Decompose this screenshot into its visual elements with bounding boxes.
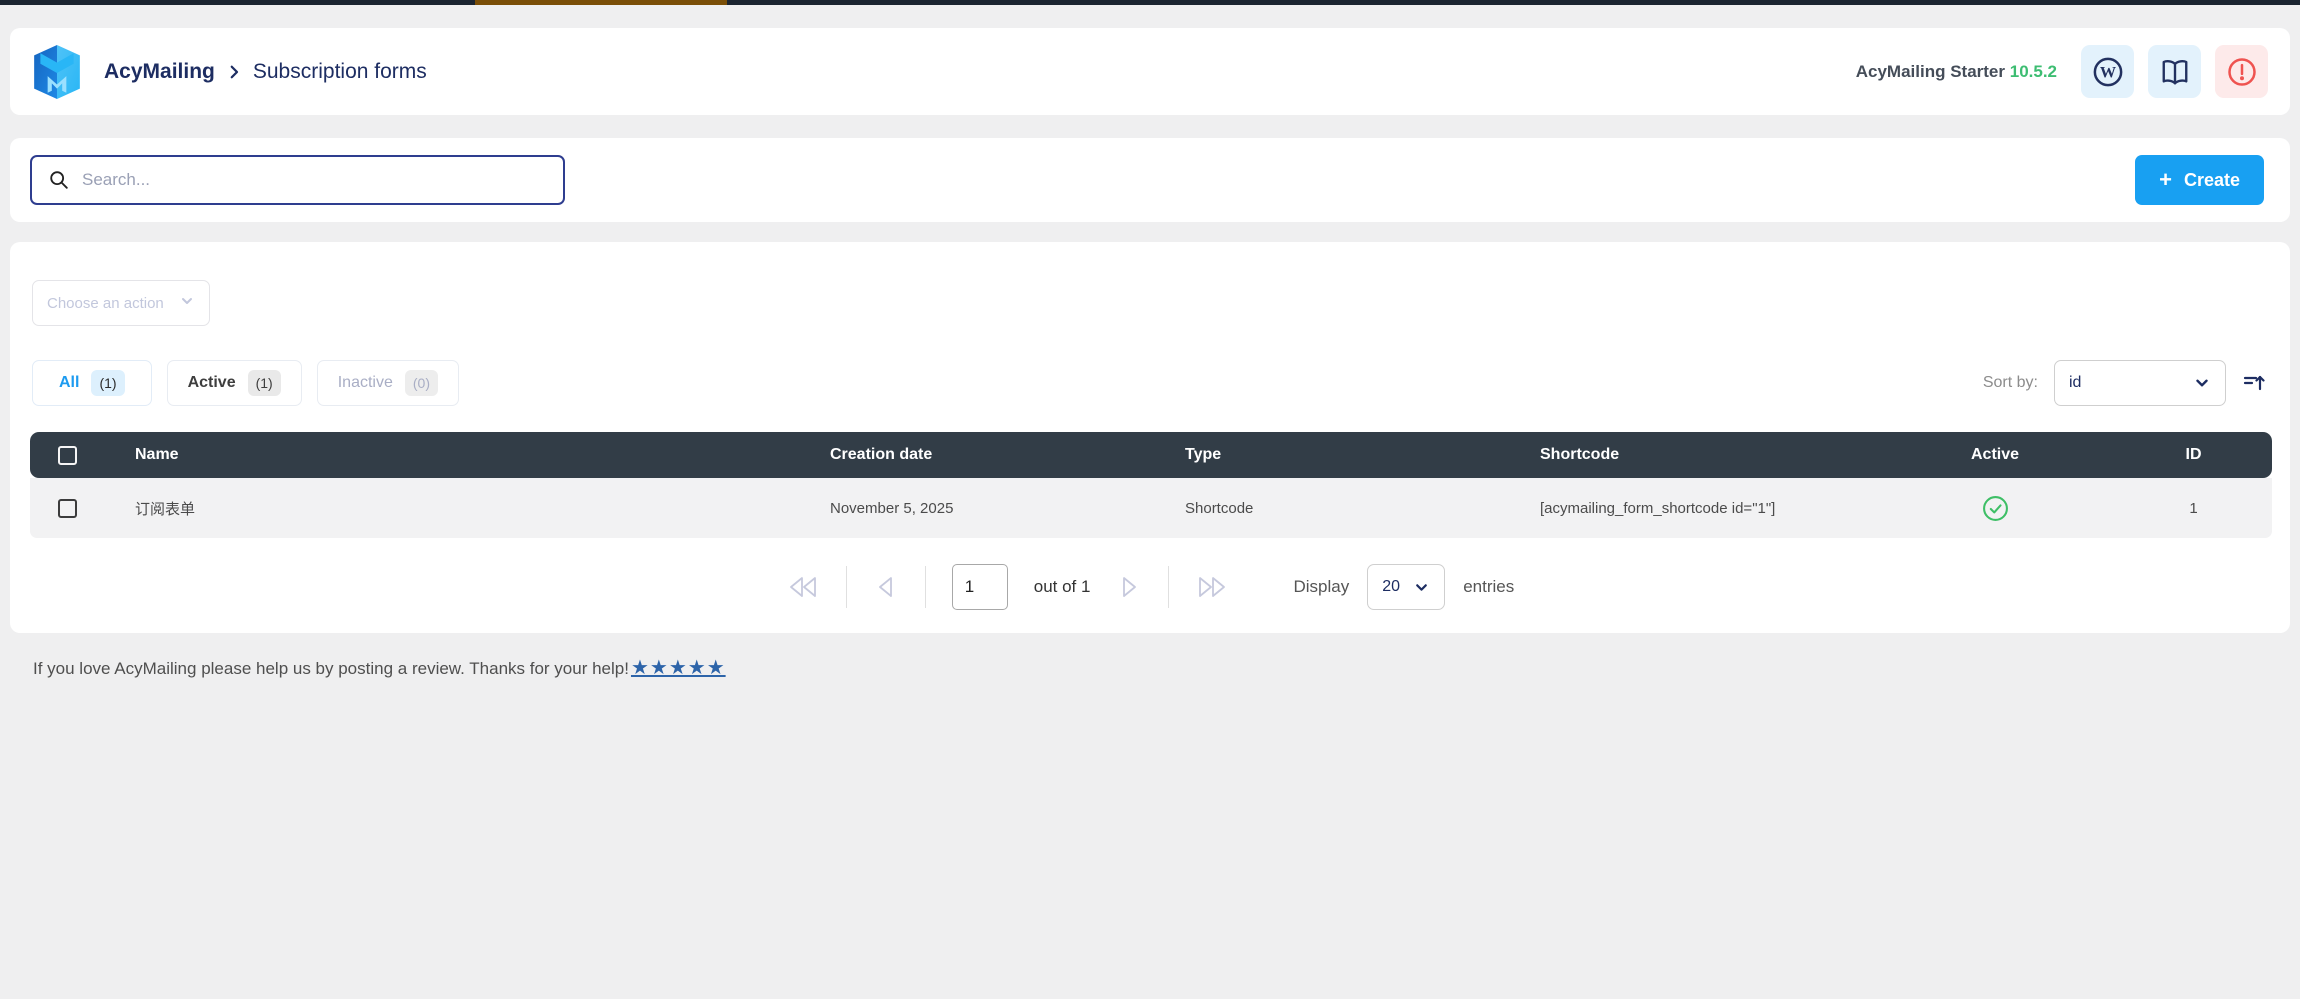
table-header-row: Name Creation date Type Shortcode Active… [30, 432, 2272, 478]
row-type: Shortcode [1185, 499, 1254, 517]
status-filter-tabs: All (1) Active (1) Inactive (0) [32, 360, 459, 406]
table-row[interactable]: 订阅表单 November 5, 2025 Shortcode [acymail… [30, 478, 2272, 538]
bulk-action-select[interactable]: Choose an action [32, 280, 210, 326]
per-page-group: Display 20 entries [1293, 564, 1514, 610]
previous-page-button[interactable] [873, 574, 899, 600]
row-id: 1 [2189, 499, 2198, 517]
create-button-label: Create [2183, 169, 2240, 190]
display-label: Display [1293, 577, 1350, 596]
create-button[interactable]: + Create [2135, 155, 2264, 205]
active-check-icon[interactable] [1982, 495, 2009, 522]
row-checkbox[interactable] [58, 498, 77, 518]
first-page-button[interactable] [786, 574, 820, 600]
tab-active[interactable]: Active (1) [166, 360, 302, 406]
tab-all[interactable]: All (1) [32, 360, 152, 406]
pagination-bar: out of 1 Display 20 e [10, 564, 2290, 610]
sort-direction-button[interactable] [2242, 371, 2266, 395]
tab-active-label: Active [187, 374, 236, 391]
page-number-input[interactable] [951, 564, 1008, 610]
per-page-select[interactable]: 20 [1367, 564, 1446, 610]
tab-inactive-count-badge: (0) [404, 370, 438, 396]
tab-inactive-label: Inactive [337, 374, 393, 391]
sort-field-select[interactable]: id [2054, 360, 2226, 406]
search-toolbar: + Create [10, 138, 2290, 222]
search-icon [50, 171, 68, 189]
plus-icon: + [2159, 167, 2172, 192]
page-header: AcyMailing Subscription forms AcyMailing… [10, 28, 2290, 115]
row-name[interactable]: 订阅表单 [105, 498, 830, 519]
admin-top-bar [0, 0, 2300, 5]
page-count-label: out of 1 [1033, 577, 1091, 596]
row-active-cell [1875, 495, 2115, 522]
entries-label: entries [1463, 577, 1515, 596]
select-all-cell [30, 445, 105, 465]
review-stars-link[interactable]: ★★★★★ [631, 655, 726, 680]
next-page-button[interactable] [1116, 574, 1142, 600]
header-right-group: AcyMailing Starter 10.5.2 W [1856, 45, 2268, 98]
column-header-active[interactable]: Active [1875, 446, 2115, 464]
tab-inactive[interactable]: Inactive (0) [316, 360, 459, 406]
pagination-divider [1168, 566, 1170, 608]
pagination-divider [924, 566, 926, 608]
breadcrumb: AcyMailing Subscription forms [104, 60, 427, 84]
per-page-value: 20 [1382, 578, 1401, 595]
column-header-shortcode[interactable]: Shortcode [1540, 446, 1875, 464]
tab-active-count-badge: (1) [247, 370, 281, 396]
book-icon [2162, 59, 2187, 84]
arrow-left-icon [878, 577, 892, 597]
bulk-action-placeholder: Choose an action [47, 294, 164, 312]
plan-version-label: AcyMailing Starter 10.5.2 [1856, 62, 2057, 82]
chevron-down-icon [2193, 374, 2211, 392]
svg-text:W: W [2099, 63, 2115, 81]
plan-name: AcyMailing Starter [1855, 61, 2005, 81]
double-arrow-left-icon [789, 577, 816, 597]
row-shortcode: [acymailing_form_shortcode id="1"] [1540, 499, 1776, 517]
forms-list-panel: Choose an action All (1) Active (1) Inac… [10, 242, 2290, 633]
row-creation-date: November 5, 2025 [830, 499, 954, 517]
pagination-divider [845, 566, 847, 608]
tab-all-count-badge: (1) [91, 370, 125, 396]
breadcrumb-root[interactable]: AcyMailing [104, 60, 215, 84]
sort-ascending-icon [2243, 375, 2265, 391]
wordpress-button[interactable]: W [2081, 45, 2134, 98]
double-arrow-right-icon [1199, 577, 1226, 597]
last-page-button[interactable] [1195, 574, 1229, 600]
arrow-right-icon [1123, 577, 1137, 597]
tab-all-label: All [59, 374, 80, 391]
sort-controls: Sort by: id [1983, 360, 2266, 406]
version-number: 10.5.2 [2009, 61, 2057, 81]
documentation-button[interactable] [2148, 45, 2201, 98]
column-header-type[interactable]: Type [1185, 446, 1540, 464]
review-message: If you love AcyMailing please help us by… [33, 659, 629, 678]
column-header-creation-date[interactable]: Creation date [830, 446, 1185, 464]
review-footer: If you love AcyMailing please help us by… [33, 655, 726, 680]
chevron-down-icon [1413, 579, 1430, 596]
search-input[interactable] [70, 157, 563, 203]
admin-top-bar-segment [475, 0, 727, 5]
chevron-down-icon [179, 293, 195, 313]
alert-button[interactable] [2215, 45, 2268, 98]
search-box[interactable] [30, 155, 565, 205]
acymailing-subscription-forms-page: AcyMailing Subscription forms AcyMailing… [0, 0, 2300, 999]
sort-field-value: id [2069, 374, 2082, 391]
wordpress-icon: W [2093, 57, 2122, 86]
select-all-checkbox[interactable] [58, 445, 77, 465]
row-checkbox-cell [30, 498, 105, 518]
acymailing-logo-icon [34, 44, 80, 99]
chevron-right-icon [225, 63, 243, 81]
column-header-id[interactable]: ID [2115, 446, 2272, 464]
alert-circle-icon [2227, 57, 2256, 86]
column-header-name[interactable]: Name [105, 446, 830, 464]
sort-by-label: Sort by: [1982, 374, 2038, 391]
breadcrumb-current-page: Subscription forms [252, 59, 427, 83]
forms-table: Name Creation date Type Shortcode Active… [30, 432, 2272, 538]
